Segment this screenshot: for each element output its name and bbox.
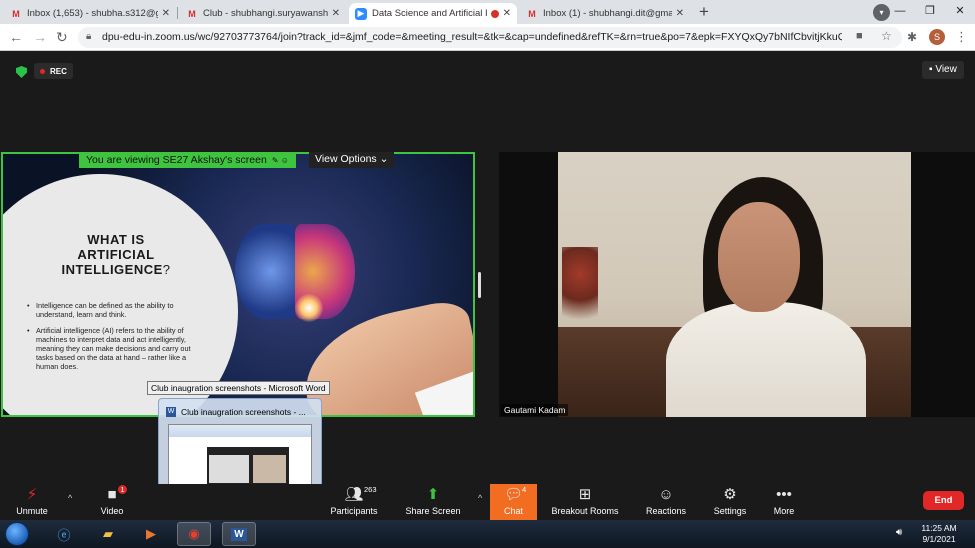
brain-graphic-left (235, 224, 295, 319)
bookmark-star-icon[interactable]: ☆ (881, 29, 892, 43)
settings-button[interactable]: ⚙ Settings (708, 484, 752, 520)
extensions-puzzle-icon[interactable]: ✱ (907, 29, 917, 45)
word-icon: W (166, 407, 176, 417)
viewing-screen-banner: You are viewing SE27 Akshay's screen ✎ ☺ (79, 152, 296, 168)
video-button[interactable]: ■ 1 Video (90, 484, 134, 520)
pin-icon[interactable]: ✎ ☺ (272, 156, 289, 165)
chat-bubble-icon: 💬︎ (503, 486, 524, 503)
word-icon: W (231, 527, 247, 541)
url-text[interactable]: dpu-edu-in.zoom.us/wc/92703773764/join?t… (102, 31, 842, 43)
new-tab-button[interactable]: + (694, 3, 714, 23)
browser-tab-inbox-1653[interactable]: M Inbox (1,653) - shubha.s312@gm ✕ (4, 3, 176, 24)
thumbnail-camera (253, 455, 286, 483)
slide-title: WHAT IS ARTIFICIAL INTELLIGENCE? (61, 232, 171, 277)
participants-button[interactable]: 👥︎ 263 Participants (328, 484, 380, 520)
security-shield-icon[interactable] (16, 66, 27, 78)
taskbar-tooltip: Club inaugration screenshots - Microsoft… (147, 381, 330, 395)
browser-toolbar: ← → ↻ 🔒︎ dpu-edu-in.zoom.us/wc/927037737… (0, 24, 975, 51)
tab-separator (177, 7, 178, 19)
address-bar[interactable]: 🔒︎ dpu-edu-in.zoom.us/wc/92703773764/joi… (78, 27, 902, 48)
shared-screen-tile: WHAT IS ARTIFICIAL INTELLIGENCE? Intelli… (1, 152, 475, 417)
reactions-button[interactable]: ☺ Reactions (644, 484, 688, 520)
share-screen-button[interactable]: ⬆ Share Screen (402, 484, 464, 520)
chat-button[interactable]: 💬︎ 4 Chat (490, 484, 537, 520)
close-tab-icon[interactable]: ✕ (503, 8, 511, 19)
word-taskbar-icon[interactable]: W (222, 522, 256, 546)
gear-icon: ⚙ (723, 486, 737, 503)
breakout-grid-icon: ⊞ (578, 486, 592, 503)
more-button[interactable]: ••• More (762, 484, 806, 520)
plant-background (562, 247, 598, 337)
participant-body (666, 302, 866, 417)
file-explorer-icon[interactable]: ▰ (91, 522, 125, 546)
slide-bullet-1: Intelligence can be defined as the abili… (27, 301, 199, 319)
audio-options-caret-icon[interactable]: ^ (68, 493, 72, 503)
gmail-icon: M (12, 8, 20, 19)
start-button[interactable] (5, 522, 29, 546)
windows-taskbar: ⓔ ▰ ▶ ◉ W 🔊︎ 11:25 AM 9/1/2021 (0, 520, 975, 548)
browser-tab-club[interactable]: M Club - shubhangi.suryawanshi@d ✕ (180, 3, 346, 24)
chevron-down-icon: ⌄ (379, 153, 389, 165)
thumbnail-slide (209, 455, 249, 483)
recording-indicator-icon (490, 9, 499, 18)
thumbnail-ribbon (169, 425, 311, 437)
smiley-plus-icon: ☺ (658, 486, 674, 503)
camera-permission-icon[interactable]: ■ (856, 30, 863, 42)
profile-avatar[interactable]: S (929, 29, 945, 45)
split-divider-handle[interactable] (478, 272, 481, 298)
forward-arrow-icon[interactable]: → (33, 29, 47, 45)
browser-tab-zoom-meeting[interactable]: ▶ Data Science and Artificial Int ✕ (349, 3, 517, 24)
microphone-muted-icon: ⚡︎ (26, 486, 38, 503)
share-options-caret-icon[interactable]: ^ (478, 493, 482, 503)
close-tab-icon[interactable]: ✕ (332, 8, 340, 19)
unmute-button[interactable]: ⚡︎ Unmute (10, 484, 54, 520)
minimize-icon[interactable]: — (885, 0, 915, 24)
browser-tab-inbox-1[interactable]: M Inbox (1) - shubhangi.dit@gmail ✕ (520, 3, 690, 24)
end-meeting-button[interactable]: End (923, 491, 964, 510)
zoom-icon: ▶ (355, 7, 367, 20)
view-layout-button[interactable]: ▪ View (922, 61, 964, 79)
reload-icon[interactable]: ↻ (56, 29, 68, 45)
participant-name-label: Gautami Kadam (501, 404, 569, 416)
internet-explorer-icon[interactable]: ⓔ (47, 522, 81, 546)
chrome-menu-icon[interactable]: ⋮ (955, 29, 968, 45)
share-screen-icon: ⬆ (426, 486, 440, 503)
window-controls: — ❐ ✕ (885, 0, 975, 24)
restore-icon[interactable]: ❐ (915, 0, 945, 24)
thumbnail-title: W Club inaugration screenshots - ... (166, 407, 306, 417)
volume-icon[interactable]: 🔊︎ (896, 527, 902, 538)
spark-graphic (295, 294, 323, 322)
close-tab-icon[interactable]: ✕ (162, 8, 170, 19)
video-camera-icon: ■ (107, 486, 117, 503)
gmail-icon: M (188, 8, 196, 19)
lock-icon[interactable]: 🔒︎ (86, 31, 91, 42)
participant-video-feed (558, 152, 911, 417)
slide-bullet-2: Artificial intelligence (AI) refers to t… (27, 326, 199, 371)
system-clock[interactable]: 11:25 AM 9/1/2021 (916, 523, 962, 545)
more-dots-icon: ••• (776, 486, 792, 503)
breakout-rooms-button[interactable]: ⊞ Breakout Rooms (550, 484, 620, 520)
zoom-control-bar: ⚡︎ Unmute ^ ■ 1 Video 👥︎ 263 Participant… (0, 484, 975, 520)
participant-video-tile: Gautami Kadam (499, 152, 975, 417)
participant-face (718, 202, 800, 312)
chrome-taskbar-icon[interactable]: ◉ (177, 522, 211, 546)
browser-tab-strip: M Inbox (1,653) - shubha.s312@gm ✕ M Clu… (0, 0, 975, 24)
gmail-icon: M (528, 8, 536, 19)
rec-dot-icon (40, 68, 45, 74)
close-tab-icon[interactable]: ✕ (676, 8, 684, 19)
window-close-icon[interactable]: ✕ (945, 0, 975, 24)
back-arrow-icon[interactable]: ← (9, 29, 23, 45)
media-player-icon[interactable]: ▶ (134, 522, 168, 546)
view-options-dropdown[interactable]: View Options ⌄ (309, 152, 395, 168)
zoom-meeting-area: REC ▪ View WHAT IS ARTIFICIAL INTELLIGEN… (0, 52, 975, 484)
recording-badge: REC (34, 63, 73, 79)
